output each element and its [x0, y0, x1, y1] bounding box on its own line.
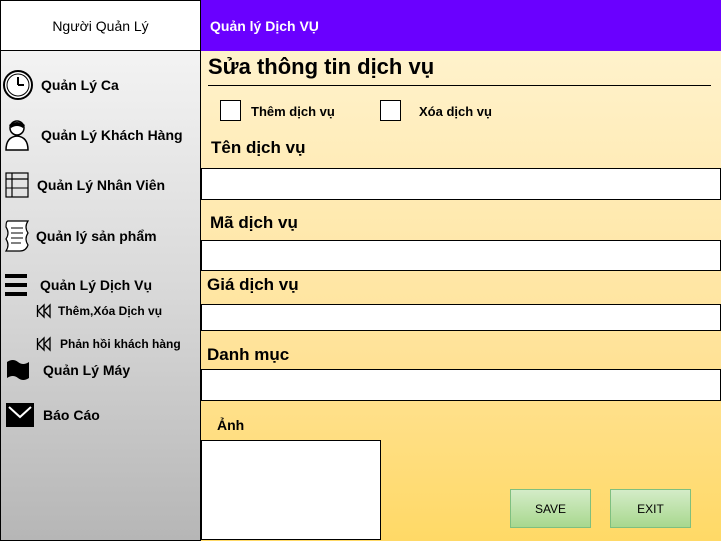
add-service-label: Thêm dịch vụ: [251, 104, 335, 119]
sidebar-subitem-add-remove-service[interactable]: Thêm,Xóa Dịch vụ: [36, 303, 162, 319]
menu-icon: [5, 272, 27, 298]
title-divider: [208, 85, 711, 86]
sidebar-item-label: Quản Lý Dịch Vụ: [40, 277, 153, 293]
exit-button[interactable]: EXIT: [610, 489, 691, 528]
sidebar-header-title: Người Quản Lý: [52, 17, 149, 34]
clock-icon: [2, 69, 34, 101]
service-code-label: Mã dịch vụ: [210, 213, 298, 232]
sidebar-subitem-label: Phản hồi khách hàng: [60, 337, 181, 351]
rewind-icon: [36, 303, 52, 319]
service-price-label: Giá dịch vụ: [207, 275, 299, 294]
sidebar-item-label: Quản lý sản phẩm: [36, 228, 157, 244]
sidebar-item-label: Quản Lý Máy: [43, 362, 131, 378]
sidebar-item-services[interactable]: Quản Lý Dịch Vụ: [5, 272, 152, 298]
service-code-input[interactable]: [201, 240, 721, 271]
service-name-label: Tên dịch vụ: [211, 138, 306, 157]
category-input[interactable]: [201, 369, 721, 401]
wave-flag-icon: [6, 358, 30, 382]
save-button[interactable]: SAVE: [510, 489, 591, 528]
scroll-icon: [4, 219, 30, 253]
remove-service-label: Xóa dịch vụ: [419, 104, 492, 119]
sidebar-item-label: Quản Lý Nhân Viên: [37, 177, 166, 193]
user-icon: [5, 119, 29, 151]
rewind-icon: [36, 336, 52, 352]
sidebar-item-label: Quản Lý Khách Hàng: [41, 127, 183, 143]
topbar-title: Quản lý Dịch VỤ: [210, 17, 319, 34]
sidebar-header: Người Quản Lý: [0, 0, 201, 51]
image-upload-box[interactable]: [201, 440, 381, 540]
sidebar-item-employees[interactable]: Quản Lý Nhân Viên: [5, 172, 165, 198]
table-icon: [5, 172, 29, 198]
sidebar: Quản Lý Ca Quản Lý Khách Hàng Quản Lý Nh…: [0, 51, 201, 541]
service-name-input[interactable]: [201, 168, 721, 200]
topbar: Quản lý Dịch VỤ: [201, 0, 721, 51]
sidebar-item-label: Quản Lý Ca: [41, 77, 119, 93]
remove-service-checkbox[interactable]: [380, 100, 401, 121]
sidebar-item-label: Báo Cáo: [43, 407, 100, 423]
sidebar-item-shift[interactable]: Quản Lý Ca: [2, 69, 119, 101]
service-price-input[interactable]: [201, 304, 721, 331]
sidebar-item-machines[interactable]: Quản Lý Máy: [6, 358, 130, 382]
category-label: Danh mục: [207, 345, 290, 364]
add-service-checkbox[interactable]: [220, 100, 241, 121]
sidebar-subitem-label: Thêm,Xóa Dịch vụ: [58, 304, 163, 318]
page-title: Sửa thông tin dịch vụ: [208, 54, 435, 79]
sidebar-item-products[interactable]: Quản lý sản phẩm: [4, 219, 157, 253]
mail-icon: [6, 403, 34, 427]
main-panel: Sửa thông tin dịch vụ Thêm dịch vụ Xóa d…: [201, 51, 721, 541]
image-label: Ảnh: [217, 417, 245, 433]
sidebar-item-reports[interactable]: Báo Cáo: [6, 403, 100, 427]
sidebar-item-customers[interactable]: Quản Lý Khách Hàng: [5, 119, 183, 151]
sidebar-subitem-customer-feedback[interactable]: Phản hồi khách hàng: [36, 336, 181, 352]
